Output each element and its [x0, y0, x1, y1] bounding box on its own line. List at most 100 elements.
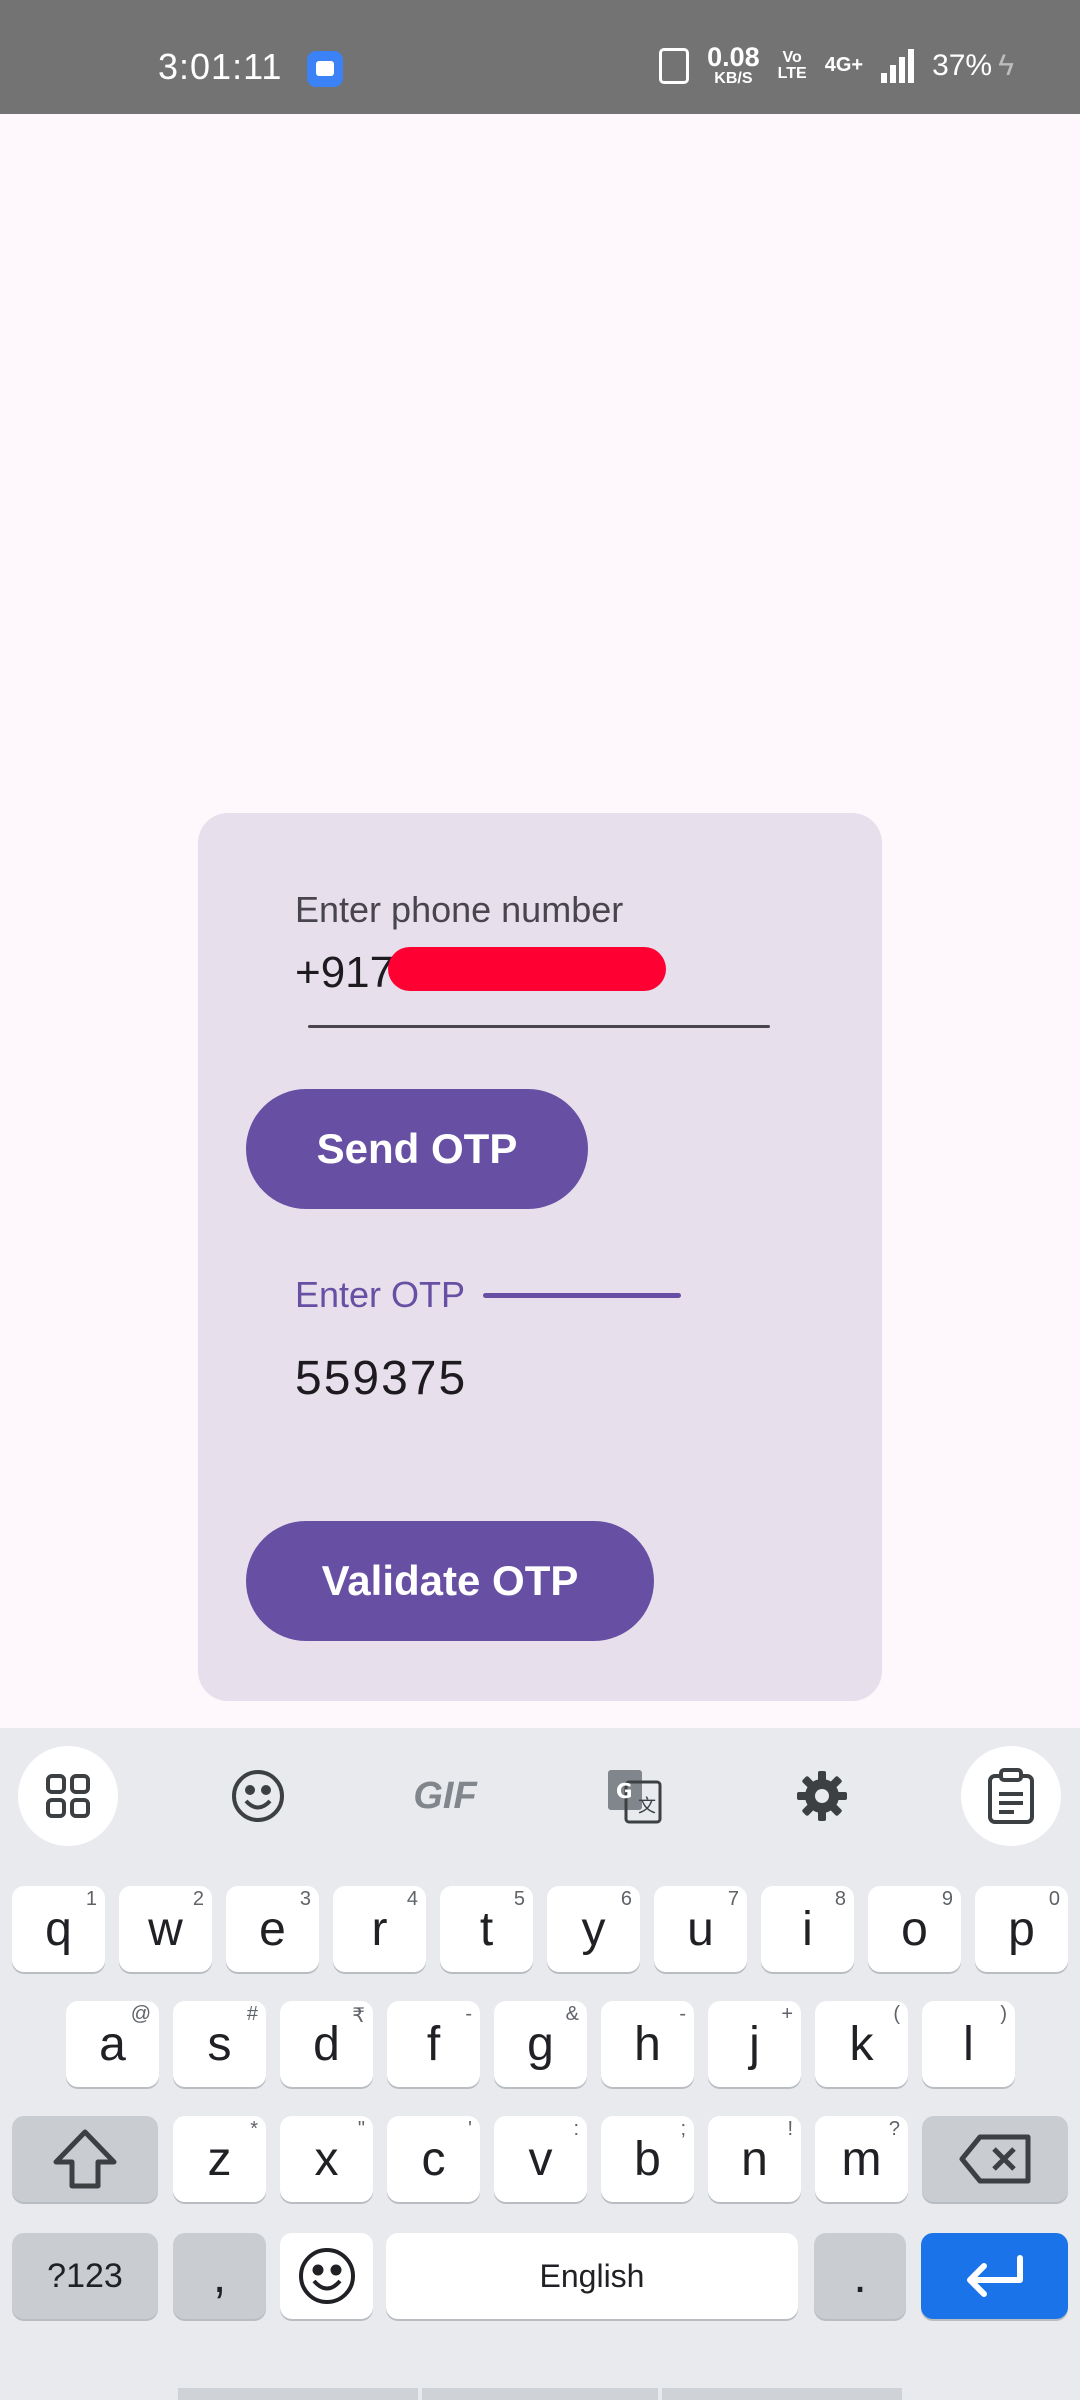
key-l[interactable]: l) — [922, 2001, 1015, 2087]
key-hint: : — [573, 2118, 579, 2140]
key-hint: 3 — [299, 1888, 311, 1910]
key-q[interactable]: q1 — [12, 1886, 105, 1972]
navigation-handle — [0, 2388, 1080, 2400]
key-label: t — [479, 1902, 494, 1956]
key-label: s — [207, 2017, 232, 2071]
volte-bottom: LTE — [777, 64, 807, 82]
battery-level: 37% — [932, 48, 993, 82]
key-z[interactable]: z * — [173, 2116, 266, 2202]
space-key[interactable]: English — [386, 2233, 798, 2319]
key-m[interactable]: m? — [815, 2116, 908, 2202]
apps-grid-icon[interactable] — [18, 1746, 118, 1846]
network-type: 4G+ — [824, 54, 864, 76]
key-k[interactable]: k( — [815, 2001, 908, 2087]
key-label: n — [741, 2132, 768, 2186]
gif-button[interactable]: GIF — [395, 1746, 495, 1846]
key-label: v — [528, 2132, 553, 2186]
key-s[interactable]: s # — [173, 2001, 266, 2087]
key-label: r — [371, 1902, 388, 1956]
key-label: d — [313, 2017, 340, 2071]
key-y[interactable]: y6 — [547, 1886, 640, 1972]
period-key[interactable]: . — [814, 2233, 906, 2319]
key-hint: 1 — [85, 1888, 97, 1910]
key-label: j — [749, 2017, 760, 2071]
key-hint: 9 — [941, 1888, 953, 1910]
backspace-key[interactable] — [922, 2116, 1068, 2202]
key-label: g — [527, 2017, 554, 2071]
translate-icon[interactable]: G 文 — [584, 1746, 684, 1846]
key-hint: 7 — [727, 1888, 739, 1910]
key-label: e — [259, 1902, 286, 1956]
charging-icon: ϟ — [998, 48, 1014, 82]
otp-input[interactable]: 559375 — [295, 1351, 467, 1406]
key-a[interactable]: a @ — [66, 2001, 159, 2087]
key-hint: 8 — [834, 1888, 846, 1910]
status-bar: 3:01:11 0.08 KB/S Vo LTE 4G+ 37% ϟ — [0, 0, 1080, 114]
send-otp-button[interactable]: Send OTP — [246, 1089, 588, 1209]
symbols-key[interactable]: ?123 — [12, 2233, 158, 2319]
key-hint: - — [679, 2003, 686, 2025]
key-x[interactable]: x " — [280, 2116, 373, 2202]
key-w[interactable]: w2 — [119, 1886, 212, 1972]
key-hint: # — [246, 2003, 258, 2025]
key-n[interactable]: n! — [708, 2116, 801, 2202]
signal-icon — [881, 48, 915, 83]
key-hint: 0 — [1048, 1888, 1060, 1910]
key-label: k — [849, 2017, 874, 2071]
soft-keyboard: GIF G 文 q 1 w 2 e 3 r 4 t 5 y 6 u 7 i 8 … — [0, 1728, 1080, 2400]
enter-key[interactable] — [921, 2233, 1068, 2319]
vibrate-icon — [659, 47, 690, 84]
network-speed-value: 0.08 — [707, 42, 760, 72]
key-c[interactable]: c ' — [387, 2116, 480, 2202]
key-d[interactable]: d ₹ — [280, 2001, 373, 2087]
phone-input[interactable]: +917 — [295, 948, 394, 998]
key-hint: 2 — [192, 1888, 204, 1910]
key-i[interactable]: i8 — [761, 1886, 854, 1972]
shift-key[interactable] — [12, 2116, 158, 2202]
key-hint: & — [565, 2003, 579, 2025]
keyboard-toolbar: GIF G 文 — [0, 1728, 1080, 1864]
emoji-key[interactable] — [280, 2233, 373, 2319]
emoji-icon[interactable] — [208, 1746, 308, 1846]
key-o[interactable]: o9 — [868, 1886, 961, 1972]
key-h[interactable]: h- — [601, 2001, 694, 2087]
key-label: u — [687, 1902, 714, 1956]
key-hint: ! — [787, 2118, 793, 2140]
otp-card: Enter phone number +917 Send OTP Enter O… — [198, 813, 882, 1701]
key-v[interactable]: v: — [494, 2116, 587, 2202]
key-f[interactable]: f- — [387, 2001, 480, 2087]
settings-gear-icon[interactable] — [772, 1746, 872, 1846]
clipboard-icon[interactable] — [961, 1746, 1061, 1846]
key-hint: ( — [893, 2003, 900, 2025]
key-u[interactable]: u7 — [654, 1886, 747, 1972]
key-t[interactable]: t5 — [440, 1886, 533, 1972]
key-label: i — [802, 1902, 813, 1956]
validate-otp-button[interactable]: Validate OTP — [246, 1521, 654, 1641]
shift-icon — [53, 2129, 117, 2189]
key-hint: + — [781, 2003, 793, 2025]
key-b[interactable]: b; — [601, 2116, 694, 2202]
key-label: l — [963, 2017, 974, 2071]
key-label: o — [901, 1902, 928, 1956]
key-label: h — [634, 2017, 661, 2071]
key-hint: 6 — [620, 1888, 632, 1910]
key-label: z — [207, 2132, 232, 2186]
key-label: w — [148, 1902, 183, 1956]
key-hint: ? — [888, 2118, 900, 2140]
key-hint: ; — [680, 2118, 686, 2140]
key-hint: ' — [468, 2118, 472, 2140]
key-r[interactable]: r4 — [333, 1886, 426, 1972]
comma-key[interactable]: , — [173, 2233, 266, 2319]
svg-text:G: G — [616, 1779, 632, 1803]
key-j[interactable]: j + — [708, 2001, 801, 2087]
network-speed: 0.08 KB/S — [707, 44, 760, 87]
key-p[interactable]: p0 — [975, 1886, 1068, 1972]
key-e[interactable]: e3 — [226, 1886, 319, 1972]
key-hint: ₹ — [352, 2005, 365, 2027]
key-hint: - — [465, 2003, 472, 2025]
network-speed-unit: KB/S — [714, 70, 753, 87]
key-label: a — [99, 2017, 126, 2071]
app-notification-icon — [307, 51, 343, 87]
key-g[interactable]: g & — [494, 2001, 587, 2087]
status-time: 3:01:11 — [158, 46, 283, 87]
